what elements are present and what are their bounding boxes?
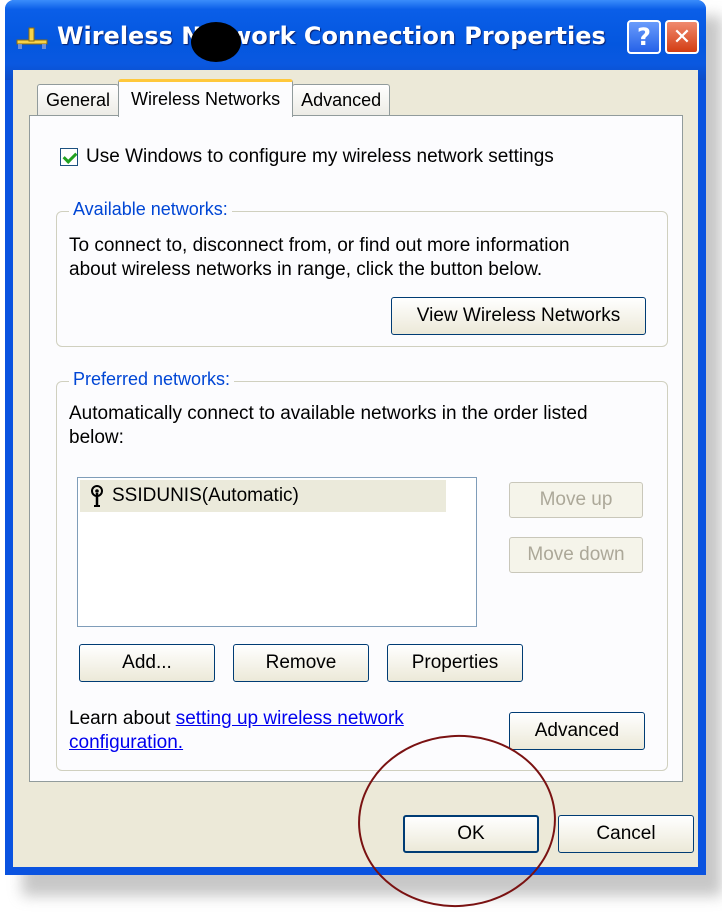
available-networks-group: Available networks: To connect to, disco…	[56, 199, 668, 347]
use-windows-label: Use Windows to configure my wireless net…	[86, 146, 554, 167]
redaction-mark	[191, 22, 241, 62]
learn-about-text: Learn about setting up wireless network …	[69, 707, 499, 755]
help-icon: ?	[637, 23, 651, 51]
add-button[interactable]: Add...	[79, 644, 215, 682]
wireless-networks-panel: Use Windows to configure my wireless net…	[29, 115, 683, 782]
properties-button[interactable]: Properties	[387, 644, 523, 682]
close-icon: ✕	[672, 24, 692, 50]
available-networks-legend: Available networks:	[69, 199, 232, 220]
use-windows-checkbox[interactable]	[60, 148, 78, 166]
wireless-antenna-icon	[91, 485, 103, 507]
help-button[interactable]: ?	[627, 20, 661, 54]
ok-button[interactable]: OK	[403, 815, 539, 853]
tab-wireless-networks[interactable]: Wireless Networks	[118, 79, 294, 117]
window-title: Wireless Network Connection Properties	[57, 22, 606, 50]
tab-general[interactable]: General	[37, 84, 120, 116]
preferred-networks-list[interactable]: SSIDUNIS(Automatic)	[77, 477, 477, 627]
preferred-networks-description: Automatically connect to available netwo…	[69, 402, 659, 450]
advanced-button[interactable]: Advanced	[509, 712, 645, 750]
setup-wireless-link-continued[interactable]: configuration.	[69, 732, 183, 753]
learn-about-prefix: Learn about	[69, 708, 176, 729]
title-bar[interactable]: Wireless Network Connection Properties ?…	[5, 0, 706, 80]
cancel-button[interactable]: Cancel	[558, 815, 694, 853]
network-name: SSIDUNIS(Automatic)	[112, 485, 299, 506]
available-networks-description: To connect to, disconnect from, or find …	[69, 234, 659, 282]
view-wireless-networks-button[interactable]: View Wireless Networks	[391, 297, 646, 335]
setup-wireless-link[interactable]: setting up wireless network	[176, 708, 404, 729]
move-down-button[interactable]: Move down	[509, 537, 643, 573]
dialog-client-area: General Wireless Networks Advanced Use W…	[13, 70, 698, 867]
remove-button[interactable]: Remove	[233, 644, 369, 682]
close-button[interactable]: ✕	[665, 20, 699, 54]
tab-advanced[interactable]: Advanced	[292, 84, 391, 116]
preferred-networks-legend: Preferred networks:	[69, 369, 235, 390]
move-up-button[interactable]: Move up	[509, 482, 643, 518]
available-description-line2: about wireless networks in range, click …	[69, 259, 543, 280]
tab-strip: General Wireless Networks Advanced	[37, 78, 391, 117]
properties-dialog: Wireless Network Connection Properties ?…	[5, 0, 706, 875]
preferred-description-line2: below:	[69, 427, 124, 448]
list-item[interactable]: SSIDUNIS(Automatic)	[80, 480, 446, 512]
use-windows-config-option[interactable]: Use Windows to configure my wireless net…	[60, 146, 554, 168]
preferred-description-line1: Automatically connect to available netwo…	[69, 403, 588, 424]
network-connection-icon	[16, 27, 48, 49]
preferred-networks-group: Preferred networks: Automatically connec…	[56, 369, 668, 771]
available-description-line1: To connect to, disconnect from, or find …	[69, 235, 570, 256]
